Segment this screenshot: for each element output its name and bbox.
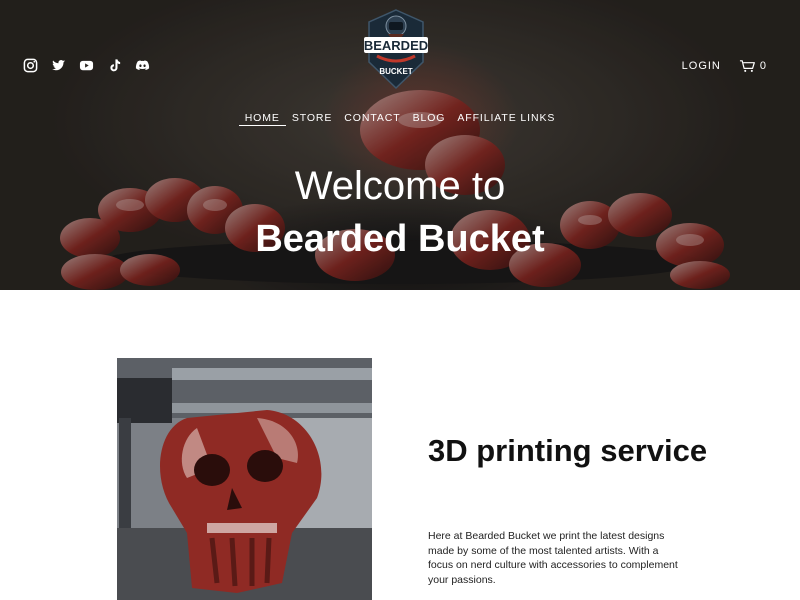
nav-item-contact[interactable]: CONTACT [338,111,406,126]
hero-title-line2: Bearded Bucket [255,218,545,260]
tiktok-icon[interactable] [107,58,122,73]
nav-item-store[interactable]: STORE [286,111,338,126]
logo-bottom-text: BUCKET [379,67,412,76]
hero-banner: BEARDED BUCKET LOGIN 0 HOME STORE CONTAC… [0,0,800,290]
hero-title: Welcome to Bearded Bucket [0,163,800,263]
login-link[interactable]: LOGIN [682,60,721,72]
youtube-icon[interactable] [79,58,94,73]
nav-item-blog[interactable]: BLOG [407,111,452,126]
logo-top-text: BEARDED [364,38,428,53]
hero-title-line1: Welcome to [294,164,506,208]
discord-icon[interactable] [135,58,150,73]
main-nav: HOME STORE CONTACT BLOG AFFILIATE LINKS [0,111,800,126]
section-heading: 3D printing service [428,433,708,468]
twitter-icon[interactable] [51,58,66,73]
cart-count: 0 [759,60,766,72]
instagram-icon[interactable] [23,58,38,73]
cart-icon [739,60,755,72]
nav-item-affiliate-links[interactable]: AFFILIATE LINKS [451,111,561,126]
social-links [23,58,150,73]
skull-print-photo [117,358,372,600]
nav-item-home[interactable]: HOME [238,111,286,126]
section-body-text: Here at Bearded Bucket we print the late… [428,530,678,586]
cart-button[interactable]: 0 [739,59,766,73]
account-area: LOGIN 0 [682,59,766,73]
bearded-bucket-logo[interactable]: BEARDED BUCKET [361,8,431,90]
